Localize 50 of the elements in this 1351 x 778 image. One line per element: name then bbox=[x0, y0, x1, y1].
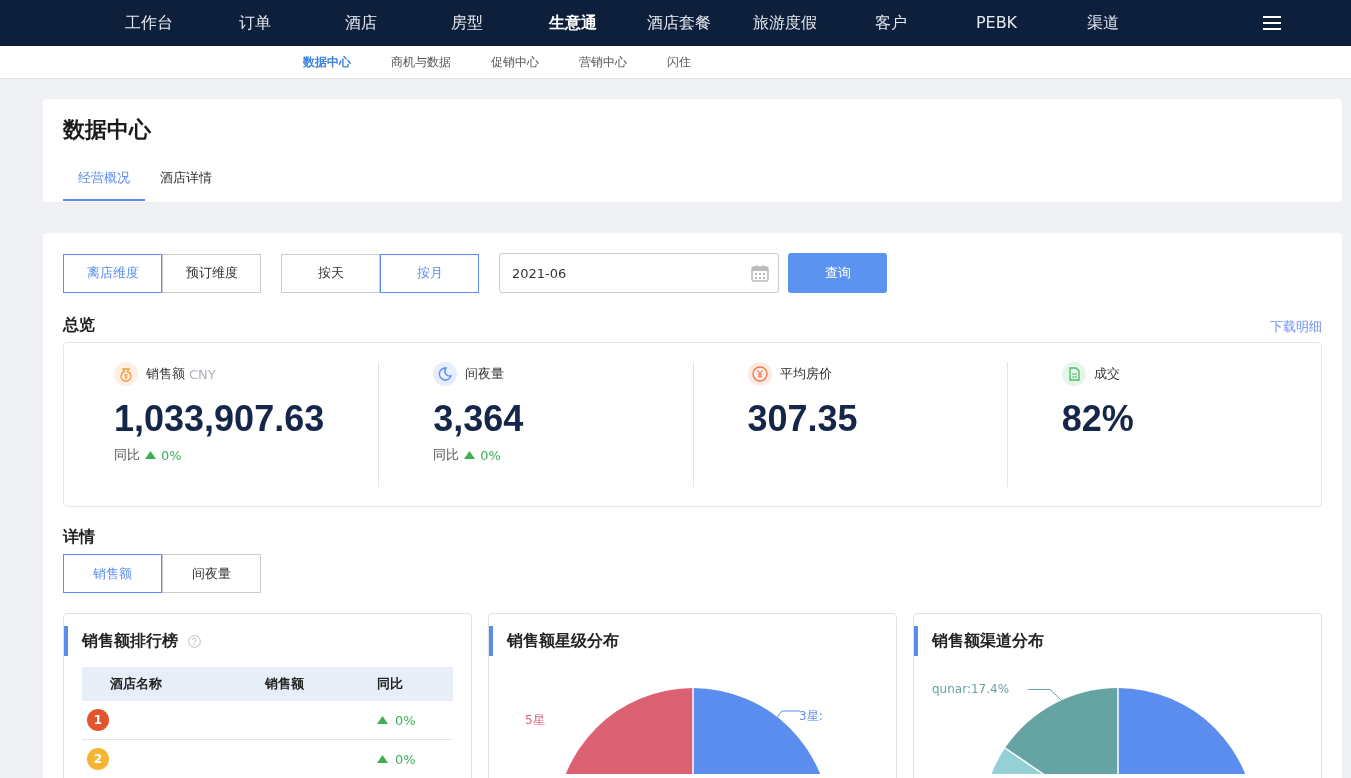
section-title: 详情 bbox=[63, 527, 96, 548]
metric-unit: CNY bbox=[189, 366, 216, 382]
up-arrow-icon bbox=[464, 451, 476, 459]
metric-value: 82% bbox=[1061, 398, 1135, 440]
toggle-button[interactable]: 间夜量 bbox=[162, 554, 261, 593]
slice-label: 5星 bbox=[525, 712, 545, 729]
card-title: 销售额渠道分布 bbox=[932, 630, 1044, 652]
page-title: 数据中心 bbox=[63, 116, 152, 144]
compare-label: 同比 bbox=[114, 446, 140, 464]
metric-label: 平均房价 bbox=[779, 365, 832, 383]
moon-icon bbox=[433, 362, 458, 386]
sub-nav-tab[interactable]: 数据中心 bbox=[303, 53, 351, 71]
column-header: 同比 bbox=[376, 667, 453, 701]
yen-icon bbox=[747, 362, 772, 386]
rank-badge: 2 bbox=[87, 748, 109, 770]
up-arrow-icon bbox=[377, 755, 388, 764]
toggle-button[interactable]: 预订维度 bbox=[162, 253, 261, 293]
document-icon bbox=[1061, 362, 1086, 386]
metric-value: 1,033,907.63 bbox=[114, 398, 326, 440]
rank-badge: 1 bbox=[87, 709, 109, 731]
metric-value: 3,364 bbox=[433, 398, 525, 440]
up-arrow-icon bbox=[377, 716, 388, 725]
change-value: 0% bbox=[395, 751, 416, 767]
metric-value: 307.35 bbox=[747, 398, 859, 440]
menu-icon[interactable] bbox=[1263, 16, 1281, 30]
calendar-icon bbox=[751, 264, 769, 282]
slice-label: qunar:17.4% bbox=[932, 682, 1010, 696]
page-tab[interactable]: 酒店详情 bbox=[145, 165, 227, 201]
up-arrow-icon bbox=[145, 451, 156, 459]
date-field[interactable]: 2021-06 bbox=[499, 253, 779, 293]
sub-nav-tab[interactable]: 促销中心 bbox=[491, 53, 539, 71]
compare-value: 0% bbox=[480, 447, 501, 463]
section-title: 总览 bbox=[63, 315, 95, 336]
leader-line bbox=[1028, 689, 1062, 701]
slice-label: 3星: bbox=[799, 708, 823, 725]
column-header: 销售额 bbox=[264, 667, 376, 701]
compare-value: 0% bbox=[161, 447, 182, 463]
metric-label: 间夜量 bbox=[465, 365, 505, 383]
sub-nav-tab[interactable]: 闪住 bbox=[667, 53, 691, 71]
card-title: 销售额排行榜 bbox=[82, 630, 178, 652]
money-bag-icon bbox=[114, 362, 138, 386]
toggle-button[interactable]: 按天 bbox=[281, 253, 380, 293]
column-header: 酒店名称 bbox=[82, 667, 264, 701]
change-value: 0% bbox=[395, 712, 416, 728]
sub-nav-tab[interactable]: 营销中心 bbox=[579, 53, 627, 71]
compare-label: 同比 bbox=[433, 446, 460, 464]
metric-label: 销售额 bbox=[146, 365, 185, 383]
metric-label: 成交 bbox=[1093, 365, 1120, 383]
card-title: 销售额星级分布 bbox=[507, 630, 619, 652]
sub-nav-tab[interactable]: 商机与数据 bbox=[391, 53, 451, 71]
